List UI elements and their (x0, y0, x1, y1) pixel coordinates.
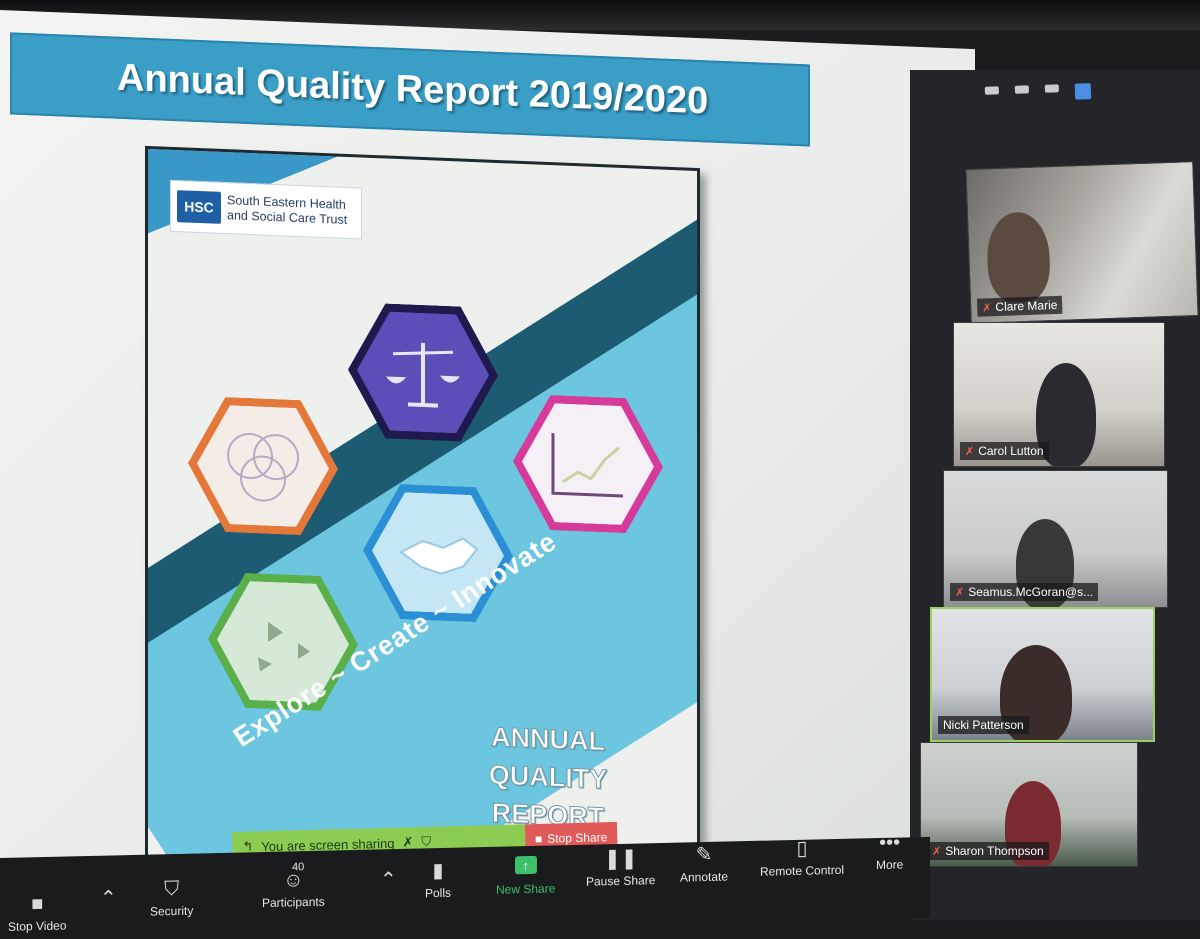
remote-control-button[interactable]: ▯ Remote Control (760, 835, 844, 879)
ellipsis-icon: ••• (879, 831, 901, 855)
security-label: Security (150, 903, 194, 919)
grid-view-icon[interactable] (1074, 83, 1092, 100)
more-label: More (876, 857, 904, 873)
participants-options-button[interactable]: ⌃ (380, 867, 397, 893)
participants-label: Participants (262, 894, 325, 911)
participant-tile-active-speaker[interactable]: Nicki Patterson (930, 607, 1155, 742)
org-name: South Eastern Health and Social Care Tru… (227, 193, 347, 228)
pencil-icon: ✎ (695, 843, 713, 867)
participant-tile[interactable]: ✗ Clare Marie (965, 161, 1199, 324)
slide-title: Annual Quality Report 2019/2020 (117, 56, 709, 122)
new-share-button[interactable]: ↑ New Share (496, 855, 556, 897)
mic-muted-icon: ✗ (965, 445, 975, 458)
bar-chart-icon: ▮ (432, 859, 444, 883)
participants-button[interactable]: 40 ☺ Participants (262, 861, 325, 911)
share-arrow-icon: ↑ (514, 855, 537, 875)
venn-icon (197, 404, 329, 528)
participants-count: 40 (292, 861, 305, 874)
participant-name: Seamus.McGoran@s... (968, 585, 1094, 599)
mouse-icon: ▯ (796, 837, 808, 860)
pause-icon: ❚❚ (603, 847, 638, 871)
annotate-button[interactable]: ✎ Annotate (680, 841, 729, 885)
layout-icon[interactable] (1044, 84, 1059, 93)
participant-name-tag: ✗ Clare Marie (976, 295, 1063, 317)
mic-muted-icon: ✗ (955, 586, 965, 599)
more-button[interactable]: ••• More (876, 830, 903, 873)
participant-name-tag: ✗ Sharon Thompson (927, 842, 1049, 860)
scales-icon (357, 310, 489, 434)
minimize-icon[interactable] (984, 86, 1000, 95)
participant-name-tag: ✗ Carol Lutton (960, 442, 1049, 460)
shield-icon: ⛉ (164, 877, 180, 901)
pause-share-label: Pause Share (586, 873, 656, 889)
hsc-logo: HSC (177, 190, 221, 224)
new-share-label: New Share (496, 881, 556, 897)
hsc-badge: HSC South Eastern Health and Social Care… (170, 179, 362, 240)
participant-name: Nicki Patterson (943, 718, 1024, 732)
video-options-button[interactable]: ⌃ (100, 885, 117, 911)
participant-name-tag: Nicki Patterson (938, 716, 1029, 734)
participant-name: Clare Marie (995, 297, 1058, 315)
stop-icon: ■ (534, 831, 543, 847)
video-camera-icon: ■ (31, 893, 44, 916)
stop-video-button[interactable]: ■ Stop Video (8, 890, 67, 934)
remote-control-label: Remote Control (760, 862, 845, 879)
participant-tile[interactable]: ✗ Seamus.McGoran@s... (943, 470, 1168, 608)
participant-name: Carol Lutton (978, 444, 1044, 458)
chevron-up-icon: ⌃ (100, 887, 117, 910)
security-button[interactable]: ⛉ Security (150, 876, 193, 919)
stop-video-label: Stop Video (8, 918, 67, 934)
polls-label: Polls (425, 885, 452, 901)
report-poster: HSC South Eastern Health and Social Care… (145, 145, 700, 889)
chevron-up-icon: ⌃ (380, 868, 397, 892)
participant-name-tag: ✗ Seamus.McGoran@s... (950, 583, 1099, 601)
participant-tile[interactable]: ✗ Carol Lutton (953, 322, 1165, 467)
mic-muted-icon: ✗ (932, 845, 942, 858)
annotate-label: Annotate (680, 869, 729, 885)
slide-title-bar: Annual Quality Report 2019/2020 (10, 32, 810, 147)
polls-button[interactable]: ▮ Polls (425, 858, 452, 901)
mic-muted-icon: ✗ (982, 301, 992, 315)
hide-video-icon[interactable] (1014, 85, 1030, 94)
shared-screen: Annual Quality Report 2019/2020 HSC Sout… (0, 10, 975, 910)
participant-tile[interactable]: ✗ Sharon Thompson (920, 742, 1138, 867)
pause-share-button[interactable]: ❚❚ Pause Share (586, 845, 655, 889)
participant-name: Sharon Thompson (945, 844, 1044, 858)
participant-video (985, 211, 1052, 304)
